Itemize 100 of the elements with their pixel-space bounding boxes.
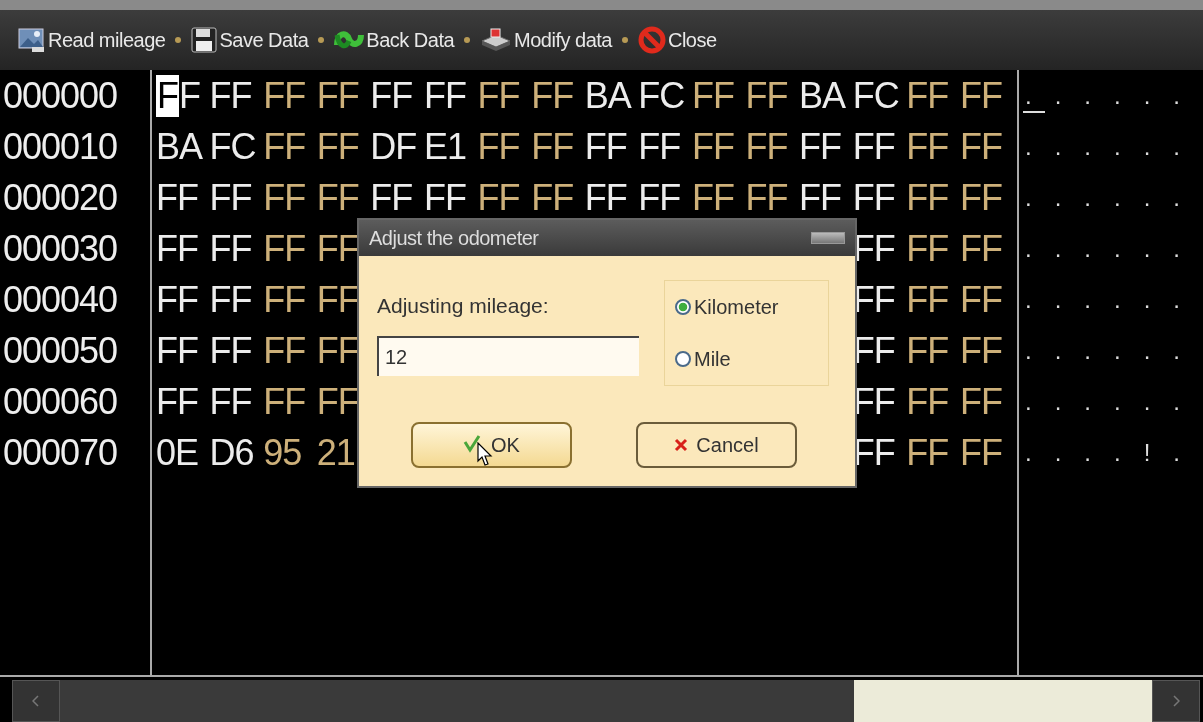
- hex-byte: FF: [852, 176, 895, 219]
- ok-button[interactable]: OK: [411, 422, 572, 468]
- hex-byte: FF: [745, 125, 788, 168]
- hex-byte: FF: [316, 278, 359, 321]
- hex-byte: FF: [959, 329, 1002, 372]
- text-cursor: F: [156, 74, 179, 117]
- toolbar-button[interactable]: Close: [637, 26, 717, 54]
- unit-radio-option[interactable]: Mile: [675, 347, 828, 371]
- hex-byte: FF: [316, 176, 359, 219]
- hex-byte: FF: [799, 176, 842, 219]
- offset-label: 000000: [2, 74, 119, 117]
- offset-label: 000050: [2, 329, 119, 372]
- separator-dot-icon: [621, 37, 628, 43]
- offset-label: 000040: [2, 278, 119, 321]
- hex-byte: FF: [799, 125, 842, 168]
- hex-byte: FF: [852, 125, 895, 168]
- ascii-text: ......: [1025, 285, 1203, 314]
- unit-radio-option[interactable]: Kilometer: [675, 295, 828, 319]
- hex-byte: FF: [209, 176, 252, 219]
- hex-byte: FF: [156, 176, 198, 219]
- offset-label: 000030: [2, 227, 119, 270]
- toolbar-button[interactable]: Save Data: [191, 27, 309, 53]
- hex-byte: FF: [745, 74, 788, 117]
- hex-byte: FF: [477, 125, 520, 168]
- hex-byte: FF: [584, 176, 627, 219]
- toolbar-button[interactable]: Read mileage: [18, 27, 166, 53]
- offset-label: 000020: [2, 176, 119, 219]
- hex-byte: FF: [691, 74, 734, 117]
- scroll-left-button[interactable]: [12, 680, 60, 722]
- horizontal-scrollbar[interactable]: [0, 675, 1203, 722]
- scroll-thumb[interactable]: [60, 680, 854, 722]
- hex-byte: 21: [316, 431, 355, 474]
- ascii-text: ......: [1025, 132, 1203, 161]
- hex-byte: FF: [316, 227, 359, 270]
- dialog-title: Adjust the odometer: [369, 226, 539, 250]
- hex-byte: FF: [370, 74, 413, 117]
- hex-byte: FF: [531, 125, 574, 168]
- hex-byte: D6: [209, 431, 254, 474]
- hex-byte: FF: [638, 125, 681, 168]
- cursor-underline: [1023, 110, 1045, 113]
- hex-byte: BA: [584, 74, 631, 117]
- hex-byte: FF: [209, 227, 252, 270]
- mouse-pointer-icon: [477, 442, 493, 468]
- hex-byte: FF: [959, 278, 1002, 321]
- cancel-button[interactable]: Cancel: [636, 422, 797, 468]
- minimize-button[interactable]: [811, 232, 845, 244]
- toolbar-button[interactable]: Back Data: [334, 27, 455, 53]
- picture-icon: [18, 27, 46, 53]
- hex-byte: FF: [316, 380, 359, 423]
- no-entry-icon: [637, 26, 666, 54]
- mileage-input-field[interactable]: 12: [377, 336, 639, 376]
- hex-byte: FF: [370, 176, 413, 219]
- hex-byte: FF: [906, 329, 949, 372]
- hex-byte: FF: [959, 431, 1002, 474]
- hex-byte: FF: [423, 74, 466, 117]
- hex-byte: 95: [263, 431, 302, 474]
- hex-byte: FF: [156, 329, 198, 372]
- ascii-text: ......: [1025, 183, 1203, 212]
- ascii-text: ......: [1025, 387, 1203, 416]
- hex-byte: FF: [263, 176, 306, 219]
- hex-byte: FF: [209, 278, 252, 321]
- hex-byte: FF: [959, 176, 1002, 219]
- hex-byte: BA: [799, 74, 846, 117]
- hex-byte: E1: [423, 125, 466, 168]
- hex-byte: FF: [906, 227, 949, 270]
- hex-byte: FF: [959, 227, 1002, 270]
- hex-byte: FF: [477, 176, 520, 219]
- hex-byte: FF: [959, 125, 1002, 168]
- hex-byte: FC: [209, 125, 256, 168]
- hex-byte: FF: [263, 227, 306, 270]
- hex-byte: BA: [156, 125, 202, 168]
- hex-byte: FF: [316, 329, 359, 372]
- hex-byte: FF: [959, 74, 1002, 117]
- field-label: Adjusting mileage:: [377, 294, 550, 318]
- hex-byte: FF: [906, 176, 949, 219]
- separator-dot-icon: [318, 37, 325, 43]
- offset-label: 000060: [2, 380, 119, 423]
- hex-byte: FF: [477, 74, 520, 117]
- hex-byte: FF: [423, 176, 466, 219]
- hex-byte: FF: [691, 176, 734, 219]
- hex-byte: FF: [316, 125, 359, 168]
- hex-byte: FF: [906, 380, 949, 423]
- hex-byte: FF: [156, 227, 198, 270]
- hex-byte: FF: [745, 176, 788, 219]
- ascii-text: ......: [1025, 336, 1203, 365]
- hex-byte: FF: [263, 329, 306, 372]
- hex-byte: F: [179, 74, 200, 117]
- toolbar-button[interactable]: Modify data: [480, 27, 612, 53]
- hex-byte: DF: [370, 125, 417, 168]
- hex-byte: FF: [691, 125, 734, 168]
- ascii-text: ....!.: [1025, 438, 1203, 467]
- offset-label: 000070: [2, 431, 119, 474]
- hex-byte: FF: [906, 125, 949, 168]
- scroll-right-button[interactable]: [1152, 680, 1200, 722]
- ascii-text: ......: [1025, 81, 1203, 110]
- hex-byte: FF: [209, 329, 252, 372]
- hex-byte: FF: [209, 380, 252, 423]
- hex-byte: FF: [531, 74, 574, 117]
- hex-byte: FF: [263, 380, 306, 423]
- hex-byte: FF: [906, 278, 949, 321]
